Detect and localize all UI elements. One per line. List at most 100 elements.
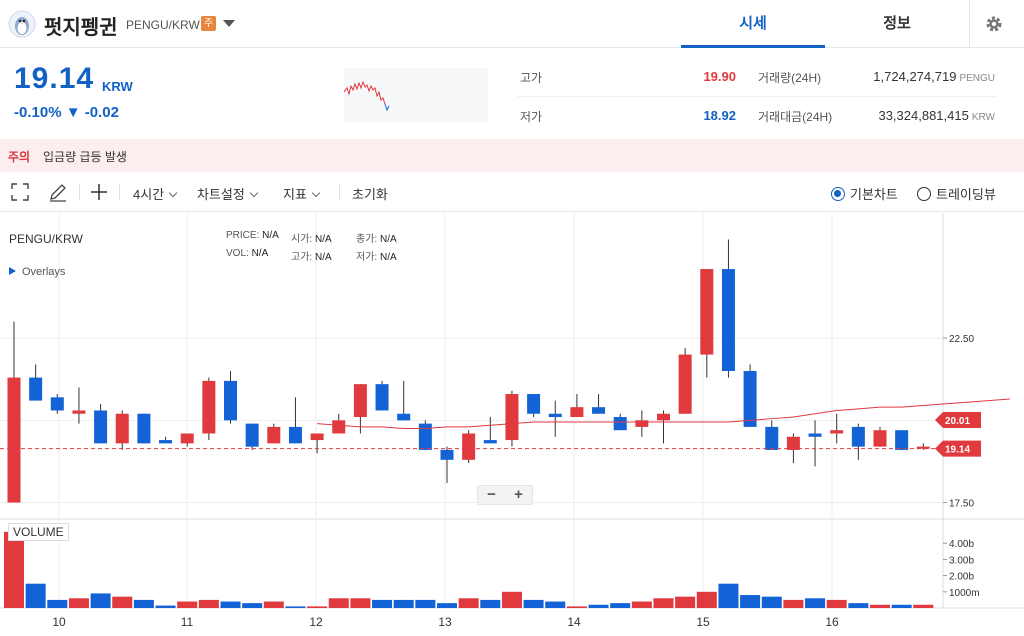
candle-body: [743, 371, 757, 427]
tab-info[interactable]: 정보: [825, 0, 969, 48]
volume-label: 거래량(24H): [758, 71, 822, 85]
indicators-label: 지표: [283, 187, 307, 202]
volume-bar: [805, 598, 826, 608]
candle-body: [72, 410, 86, 414]
candle-body: [657, 413, 670, 421]
stats-divider: [517, 96, 997, 97]
volume-bar: [826, 599, 847, 608]
chart-settings-menu[interactable]: 차트설정: [197, 184, 259, 203]
current-price-tag: 19.14: [945, 445, 970, 456]
volume-bar: [783, 599, 804, 608]
candle-body: [29, 377, 43, 401]
ohlc-price: PRICE: N/A: [226, 230, 279, 241]
chart-toolbar: 4시간 차트설정 지표 초기화 기본차트 트레이딩뷰: [0, 172, 1024, 212]
candle-body: [332, 420, 346, 434]
volume-bar: [545, 601, 566, 608]
candle-body: [50, 397, 64, 411]
candle-body: [851, 426, 865, 447]
change-percent: -0.10%: [14, 104, 62, 121]
volume-pane-label: VOLUME: [8, 523, 69, 541]
volume-bar: [848, 603, 869, 608]
candle-body: [180, 433, 194, 444]
volume-bar: [458, 598, 479, 608]
amount-unit: KRW: [971, 112, 995, 123]
radio-checked-icon: [831, 187, 845, 201]
candle-body: [267, 426, 281, 444]
candle-body: [375, 384, 389, 411]
candle-body: [570, 407, 584, 418]
ma-price-tag: 20.01: [945, 416, 970, 427]
tab-quote[interactable]: 시세: [681, 0, 825, 48]
settings-button[interactable]: [969, 0, 1024, 48]
toolbar-divider: [119, 184, 120, 200]
chevron-down-icon: [249, 188, 259, 198]
ohlc-high: 고가: N/A: [291, 248, 332, 263]
radio-basic-chart[interactable]: 기본차트: [831, 184, 898, 203]
volume-bar: [47, 599, 68, 608]
volume-bar: [566, 606, 587, 608]
ohlc-close-value: N/A: [379, 234, 397, 245]
volume-bar: [523, 599, 544, 608]
warning-tag: 주의: [8, 150, 31, 164]
chart-symbol: PENGU/KRW: [9, 232, 83, 246]
warning-bar: 주의 입금량 급등 발생: [0, 139, 1024, 172]
high-label: 고가: [520, 71, 543, 85]
chart-area[interactable]: 10 11 12 13 14 15 16 22.50 17.50 20.01 19.14 4.00b 3…: [0, 213, 1024, 636]
volume-bar: [653, 598, 674, 608]
overlays-toggle[interactable]: Overlays: [9, 266, 65, 278]
x-tick-label: 15: [696, 615, 710, 629]
ohlc-price-value: N/A: [262, 230, 279, 241]
volume-bar: [68, 598, 89, 608]
low-label: 저가: [520, 110, 543, 124]
candle-body: [548, 413, 562, 418]
chevron-down-icon: [168, 188, 178, 198]
candle-body: [765, 426, 779, 450]
x-tick-label: 13: [438, 615, 452, 629]
chevron-down-icon: [311, 188, 321, 198]
candle-body: [721, 269, 735, 371]
amount-value: 33,324,881,415: [878, 108, 969, 123]
fullscreen-icon[interactable]: [10, 182, 30, 202]
volume-bar: [133, 599, 154, 608]
toolbar-divider: [339, 184, 340, 200]
chart-settings-label: 차트설정: [197, 187, 245, 202]
ohlc-low-label: 저가:: [356, 252, 378, 263]
volume-bar: [4, 531, 24, 608]
candlestick-chart[interactable]: 10 11 12 13 14 15 16 22.50 17.50 20.01 19.14 4.00b 3…: [0, 213, 1024, 636]
price-change: -0.10% ▼ -0.02: [14, 104, 119, 121]
ohlc-close-label: 종가:: [356, 234, 378, 245]
candle-body: [873, 430, 887, 447]
radio-tv-label: 트레이딩뷰: [936, 187, 996, 202]
radio-tradingview[interactable]: 트레이딩뷰: [917, 184, 996, 203]
coin-name[interactable]: 펏지펭귄: [44, 11, 118, 40]
ohlc-close: 종가: N/A: [356, 230, 397, 245]
radio-basic-label: 기본차트: [850, 187, 898, 202]
triangle-right-icon: [9, 267, 16, 275]
zoom-in-button[interactable]: +: [505, 486, 532, 504]
indicators-menu[interactable]: 지표: [283, 184, 321, 203]
chevron-down-icon[interactable]: [223, 20, 235, 27]
top-header: 펏지펭귄 PENGU/KRW 주 시세 정보: [0, 0, 1024, 48]
volume-bar: [415, 599, 436, 608]
reset-button[interactable]: 초기화: [352, 184, 388, 203]
zoom-out-button[interactable]: −: [478, 486, 505, 504]
coin-pair: PENGU/KRW: [126, 18, 200, 32]
ohlc-low-value: N/A: [379, 252, 397, 263]
interval-select[interactable]: 4시간: [133, 184, 178, 203]
ohlc-open: 시가: N/A: [291, 230, 332, 245]
high-value: 19.90: [703, 69, 736, 84]
crosshair-icon[interactable]: [89, 182, 109, 202]
pencil-icon[interactable]: [48, 182, 68, 202]
penguin-avatar-icon: [8, 10, 36, 38]
current-price: 19.14: [14, 62, 95, 95]
candle-body: [527, 394, 541, 414]
volume-bar: [675, 596, 696, 608]
x-tick-label: 12: [309, 615, 323, 629]
ohlc-open-label: 시가:: [291, 234, 313, 245]
volume-tick-label: 3.00b: [949, 555, 974, 566]
y-tick-label: 22.50: [949, 334, 974, 345]
volume-bar: [285, 606, 306, 608]
ohlc-vol-label: VOL:: [226, 248, 249, 259]
volume-tick-label: 1000m: [949, 588, 980, 599]
volume-bar: [328, 598, 349, 608]
